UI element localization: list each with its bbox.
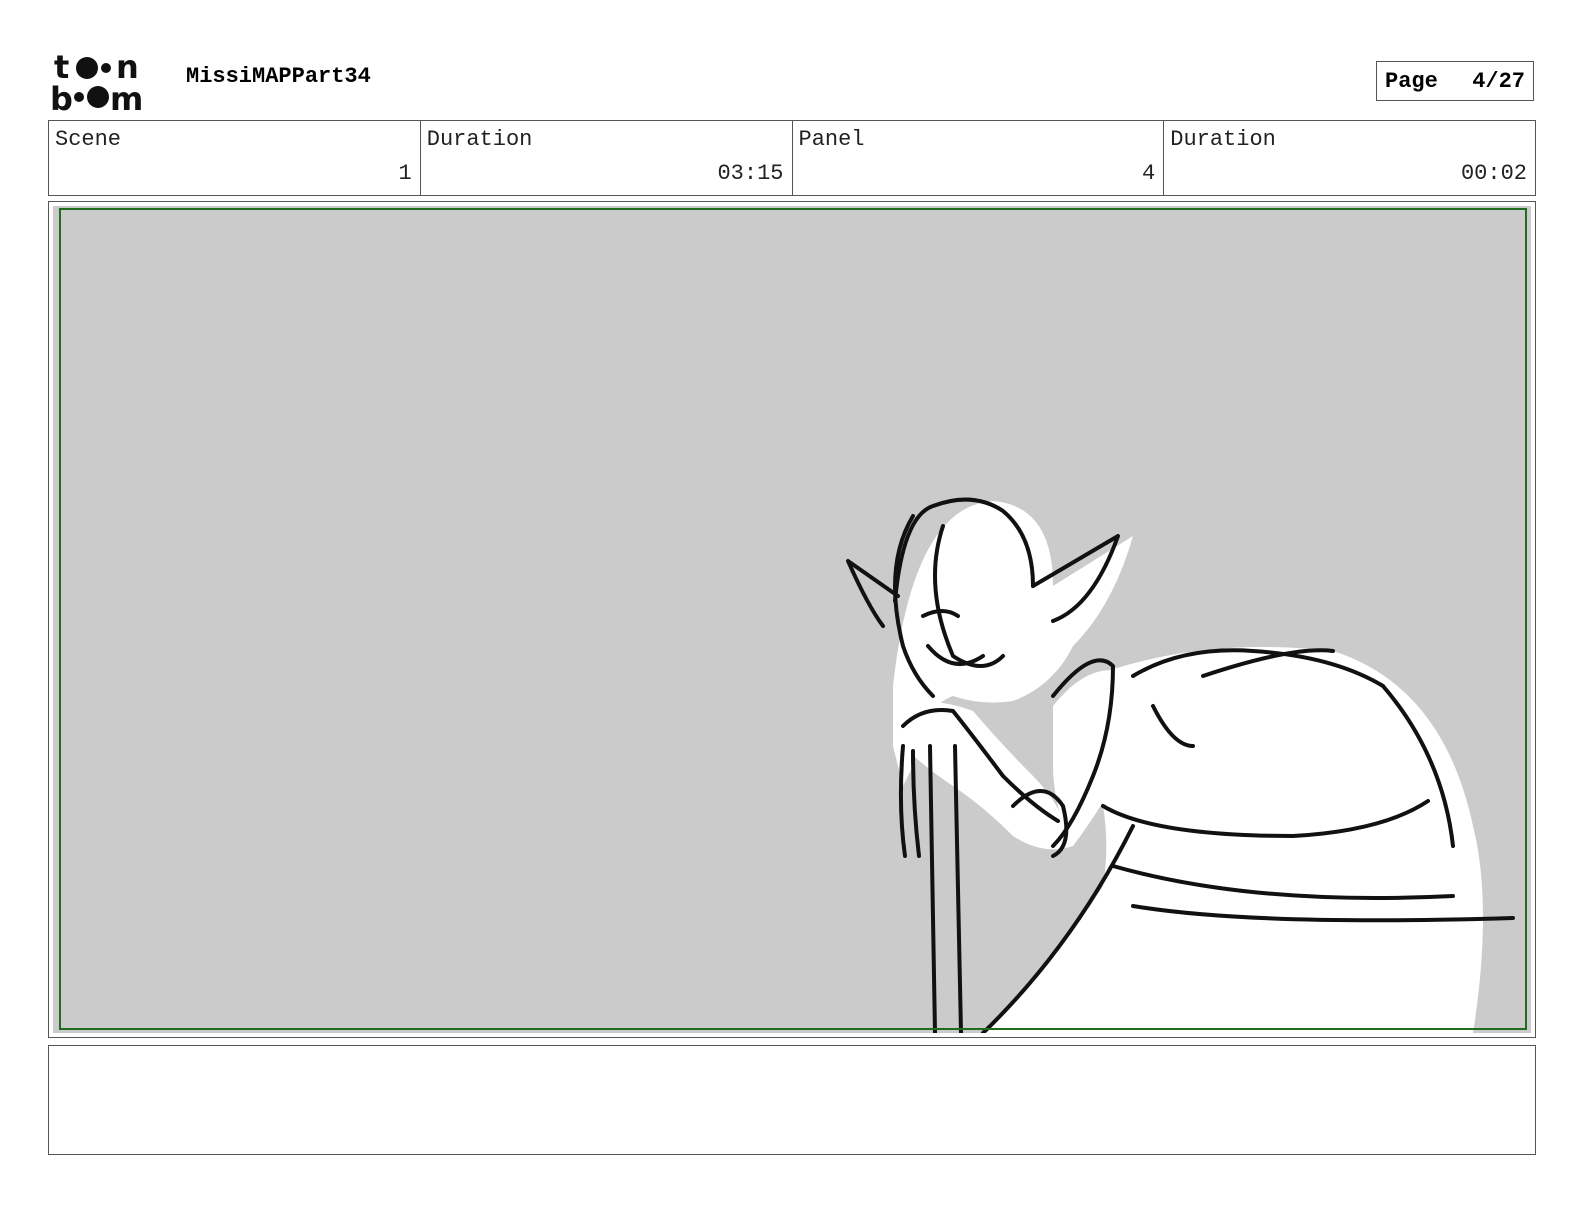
page-label: Page (1385, 68, 1438, 94)
panel-drawing (53, 206, 1531, 1033)
scene-duration-value: 03:15 (717, 161, 784, 186)
panel-notes (48, 1045, 1536, 1155)
page-indicator: Page 4/27 (1376, 61, 1534, 101)
page-number: 4/27 (1472, 68, 1525, 94)
svg-text:m: m (110, 80, 143, 112)
scene-duration-cell: Duration 03:15 (421, 121, 793, 195)
svg-text:b: b (50, 80, 73, 112)
scene-label: Scene (55, 127, 122, 152)
scene-duration-label: Duration (426, 127, 533, 152)
scene-cell: Scene 1 (49, 121, 421, 195)
panel-value: 4 (1142, 161, 1156, 186)
panel-duration-cell: Duration 00:02 (1164, 121, 1535, 195)
scene-value: 1 (398, 161, 412, 186)
project-title: MissiMAPPart34 (186, 64, 371, 89)
panel-info-row: Scene 1 Duration 03:15 Panel 4 Duration … (48, 120, 1536, 196)
storyboard-panel (48, 201, 1536, 1038)
toon-boom-logo: t n b m (50, 48, 162, 118)
panel-label: Panel (798, 127, 865, 152)
panel-duration-value: 00:02 (1460, 161, 1527, 186)
panel-duration-label: Duration (1170, 127, 1276, 152)
panel-cell: Panel 4 (793, 121, 1165, 195)
character-sketch (846, 497, 1515, 1033)
